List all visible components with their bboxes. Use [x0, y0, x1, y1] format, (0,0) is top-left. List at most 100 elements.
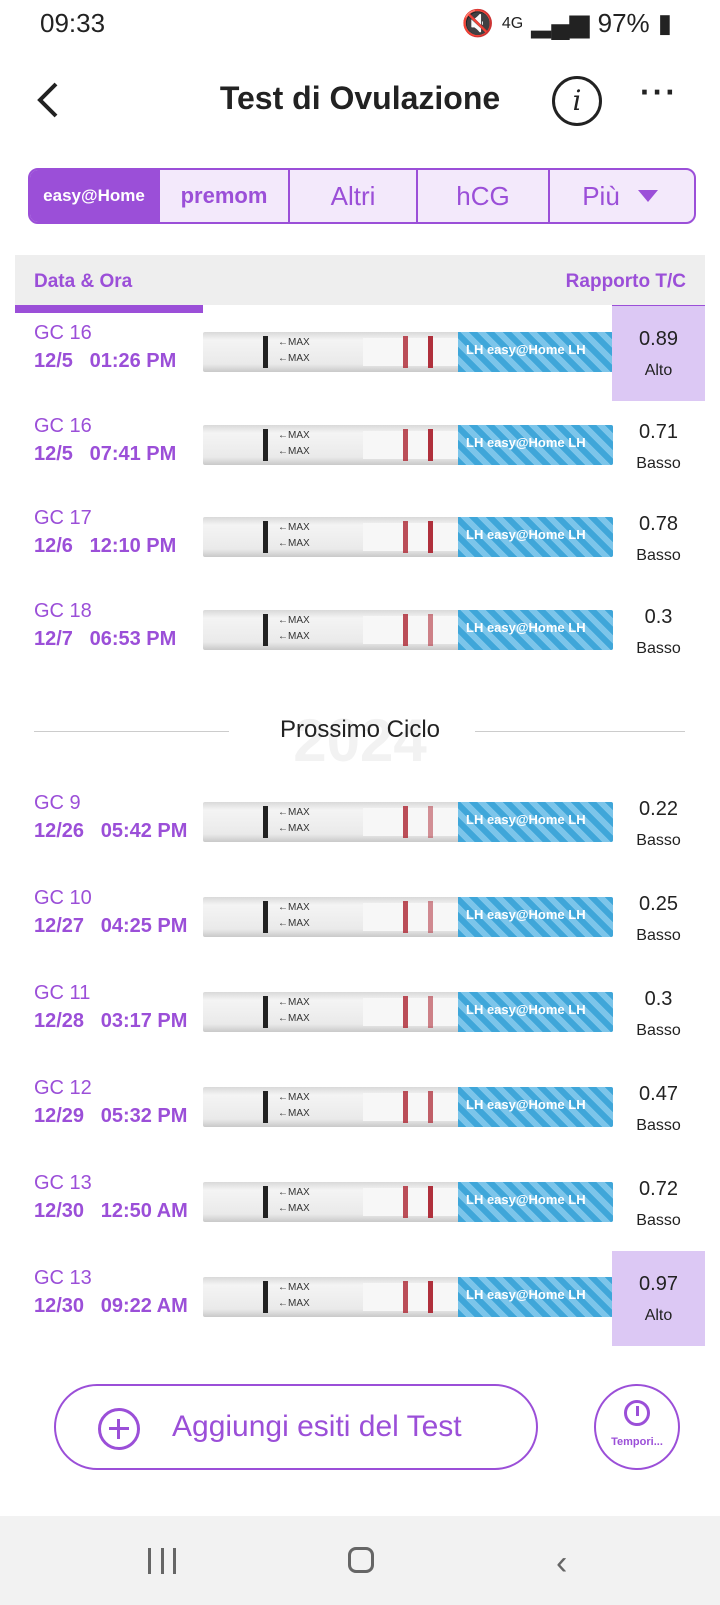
tab-premom[interactable]: premom — [160, 170, 290, 222]
network-type: 4G — [501, 14, 524, 32]
test-datetime: 12/26 05:42 PM — [34, 820, 188, 842]
strip-brand-text: LH easy@Home LH — [466, 1097, 586, 1112]
test-result-row[interactable]: GC 10 12/27 04:25 PM ←MAX ←MAX LH easy@Home … — [0, 871, 720, 966]
max-mark: ←MAX — [278, 1013, 310, 1024]
column-ratio[interactable]: Rapporto T/C — [566, 271, 686, 293]
max-mark: ←MAX — [278, 445, 310, 457]
test-strip-photo[interactable]: ←MAX ←MAX LH easy@Home LH — [203, 1277, 613, 1317]
battery-icon: ▮ — [657, 8, 672, 38]
ratio-cell: 0.78 Basso — [612, 491, 705, 586]
status-icons: 🔇 4G ▂▄▆ 97% ▮ — [462, 8, 673, 39]
tc-ratio: 0.22 — [639, 798, 678, 820]
cycle-day: GC 9 — [34, 792, 81, 814]
strip-brand-text: LH easy@Home LH — [466, 342, 586, 357]
control-line — [403, 1281, 408, 1313]
test-line — [428, 1186, 433, 1218]
test-result-row[interactable]: GC 12 12/29 05:32 PM ←MAX ←MAX LH easy@Home … — [0, 1061, 720, 1156]
test-strip-photo[interactable]: ←MAX ←MAX LH easy@Home LH — [203, 802, 613, 842]
tc-ratio: 0.71 — [639, 420, 678, 443]
ratio-cell: 0.3 Basso — [612, 584, 705, 679]
test-result-row[interactable]: GC 11 12/28 03:17 PM ←MAX ←MAX LH easy@Home … — [0, 966, 720, 1061]
next-cycle-label: Prossimo Ciclo — [279, 716, 441, 743]
max-mark: ←MAX — [278, 353, 310, 364]
tab-piu[interactable]: Più — [550, 170, 690, 222]
timer-button[interactable]: Tempori... — [594, 1384, 680, 1470]
more-options-button[interactable]: ··· — [640, 74, 678, 111]
page-title: Test di Ovulazione — [219, 80, 501, 116]
tc-ratio: 0.3 — [644, 605, 673, 628]
cycle-day: GC 16 — [34, 414, 92, 437]
max-mark: ←MAX — [278, 1298, 310, 1309]
cycle-day: GC 13 — [34, 1267, 92, 1289]
strip-handle: LH easy@Home LH — [458, 1087, 613, 1127]
ratio-cell: 0.72 Basso — [612, 1156, 705, 1251]
test-datetime: 12/5 07:41 PM — [34, 442, 177, 465]
cycle-day: GC 12 — [34, 1077, 92, 1099]
lh-level: Basso — [636, 1022, 681, 1039]
chevron-down-icon — [637, 190, 658, 202]
strip-handle: LH easy@Home LH — [458, 424, 613, 465]
lh-level: Basso — [636, 1117, 681, 1134]
test-line — [428, 428, 433, 461]
add-test-result-button[interactable]: Aggiungi esiti del Test — [54, 1384, 538, 1470]
cycle-day: GC 18 — [34, 599, 92, 622]
test-result-row[interactable]: GC 18 12/7 06:53 PM ←MAX ←MAX LH easy@Home L… — [0, 584, 720, 679]
tab-easyhome[interactable]: easy@Home — [30, 170, 160, 222]
test-strip-photo[interactable]: ←MAX ←MAX LH easy@Home LH — [203, 332, 613, 372]
max-mark: ←MAX — [278, 522, 310, 533]
brand-tabs: easy@Home premom Altri hCG Più — [28, 168, 696, 224]
stopwatch-icon — [624, 1400, 650, 1426]
tc-ratio: 0.47 — [639, 1083, 678, 1105]
tc-ratio: 0.3 — [644, 988, 673, 1010]
control-line — [403, 1091, 408, 1123]
max-mark: ←MAX — [278, 630, 310, 642]
test-result-row[interactable]: GC 16 12/5 07:41 PM ←MAX ←MAX LH easy@Home L… — [0, 399, 720, 494]
max-mark: ←MAX — [278, 337, 310, 348]
control-line — [403, 613, 408, 646]
ratio-cell: 0.3 Basso — [612, 966, 705, 1061]
strip-handle: LH easy@Home LH — [458, 1182, 613, 1222]
strip-handle: LH easy@Home LH — [458, 897, 613, 937]
strip-handle: LH easy@Home LH — [458, 1277, 613, 1317]
control-line — [403, 336, 408, 368]
test-line — [428, 1091, 433, 1123]
lh-level: Basso — [636, 639, 681, 657]
max-mark: ←MAX — [278, 538, 310, 549]
recents-icon[interactable] — [148, 1548, 176, 1574]
test-strip-photo[interactable]: ←MAX ←MAX LH easy@Home LH — [203, 1182, 613, 1222]
cycle-day: GC 10 — [34, 887, 92, 909]
max-mark: ←MAX — [278, 429, 310, 441]
test-result-row[interactable]: GC 16 12/5 01:26 PM ←MAX ←MAX LH easy@Home L… — [0, 306, 720, 401]
test-strip-photo[interactable]: ←MAX ←MAX LH easy@Home LH — [203, 424, 613, 465]
status-time: 09:33 — [40, 8, 106, 38]
column-date-time[interactable]: Data & Ora — [34, 271, 132, 293]
test-strip-photo[interactable]: ←MAX ←MAX LH easy@Home LH — [203, 897, 613, 937]
ratio-cell: 0.89 Alto — [612, 306, 705, 401]
test-datetime: 12/28 03:17 PM — [34, 1010, 188, 1032]
test-line — [428, 806, 433, 838]
ratio-cell: 0.25 Basso — [612, 871, 705, 966]
tab-hcg[interactable]: hCG — [418, 170, 550, 222]
strip-brand-text: LH easy@Home LH — [466, 1287, 586, 1302]
test-result-row[interactable]: GC 13 12/30 09:22 AM ←MAX ←MAX LH easy@Home … — [0, 1251, 720, 1346]
max-mark: ←MAX — [278, 997, 310, 1008]
test-strip-photo[interactable]: ←MAX ←MAX LH easy@Home LH — [203, 517, 613, 557]
test-result-row[interactable]: GC 9 12/26 05:42 PM ←MAX ←MAX LH easy@Home L… — [0, 776, 720, 871]
test-line — [428, 1281, 433, 1313]
test-result-row[interactable]: GC 13 12/30 12:50 AM ←MAX ←MAX LH easy@Home … — [0, 1156, 720, 1251]
nav-back-icon[interactable]: ‹ — [556, 1544, 567, 1583]
test-strip-photo[interactable]: ←MAX ←MAX LH easy@Home LH — [203, 992, 613, 1032]
test-strip-photo[interactable]: ←MAX ←MAX LH easy@Home LH — [203, 1087, 613, 1127]
info-button[interactable]: i — [552, 76, 602, 126]
control-line — [403, 901, 408, 933]
tab-altri[interactable]: Altri — [290, 170, 418, 222]
test-result-row[interactable]: GC 17 12/6 12:10 PM ←MAX ←MAX LH easy@Home L… — [0, 491, 720, 586]
test-line — [428, 336, 433, 368]
test-datetime: 12/29 05:32 PM — [34, 1105, 188, 1127]
home-icon[interactable] — [348, 1547, 374, 1573]
control-line — [403, 1186, 408, 1218]
test-strip-photo[interactable]: ←MAX ←MAX LH easy@Home LH — [203, 609, 613, 650]
test-line — [428, 901, 433, 933]
strip-brand-text: LH easy@Home LH — [466, 1192, 586, 1207]
lh-level: Alto — [644, 1307, 673, 1324]
